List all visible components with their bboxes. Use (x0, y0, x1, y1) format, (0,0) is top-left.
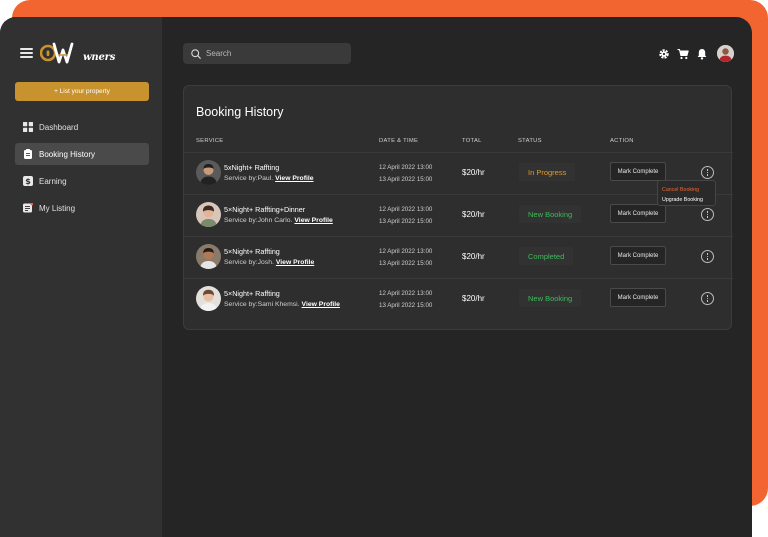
table-row: 5xNight+ Raffting Service by:Paul. View P… (184, 152, 733, 194)
avatar (196, 202, 221, 227)
row-options-menu: Cancel Booking Upgrade Booking (657, 180, 716, 206)
booking-history-card: Booking History SERVICE DATE & TIME TOTA… (183, 85, 733, 330)
sidebar-item-label: Earning (39, 176, 67, 186)
upgrade-booking-menu-item[interactable]: Upgrade Booking (662, 195, 711, 205)
status-badge: Completed (519, 247, 574, 265)
mark-complete-button[interactable]: Mark Complete (610, 162, 666, 181)
service-title: 5×Night+ Raffting+Dinner (224, 205, 306, 214)
table-row: 5×Night+ Raffting Service by:Josh. View P… (184, 236, 733, 278)
start-date: 12 April 2022 13:00 (379, 290, 433, 297)
sidebar-nav: Dashboard Booking History $ Earning My L… (15, 116, 149, 224)
avatar (196, 160, 221, 185)
logo-mark (39, 40, 82, 66)
gear-icon[interactable] (658, 48, 670, 60)
table-row: 5×Night+ Raffting+Dinner Service by:John… (184, 194, 733, 236)
search-input[interactable] (206, 49, 336, 58)
column-header-action: ACTION (610, 138, 634, 144)
service-provider-name: Service by:John Carlo. (224, 217, 293, 224)
service-provider: Service by:John Carlo. View Profile (224, 217, 333, 224)
column-header-total: TOTAL (462, 138, 482, 144)
sidebar-item-label: Booking History (39, 149, 96, 159)
status-badge: New Booking (519, 289, 582, 307)
mark-complete-button[interactable]: Mark Complete (610, 288, 666, 307)
service-provider-name: Service by:Josh. (224, 259, 274, 266)
grid-icon (23, 122, 33, 132)
status-badge: In Progress (519, 163, 576, 181)
sidebar-item-earning[interactable]: $ Earning (15, 170, 149, 192)
service-provider: Service by:Josh. View Profile (224, 259, 314, 266)
start-date: 12 April 2022 13:00 (379, 206, 433, 213)
page-title: Booking History (196, 105, 284, 119)
dollar-icon: $ (23, 176, 33, 186)
table-row: 5×Night+ Raffting Service by:Sami Khemsi… (184, 278, 733, 320)
list-icon (23, 203, 33, 213)
view-profile-link[interactable]: View Profile (275, 175, 313, 182)
user-avatar[interactable] (717, 45, 734, 62)
status-badge: New Booking (519, 205, 582, 223)
column-header-service: SERVICE (196, 138, 224, 144)
more-options-icon[interactable] (701, 250, 714, 263)
end-date: 13 April 2022 15:00 (379, 218, 433, 225)
column-header-date: DATE & TIME (379, 138, 419, 144)
service-title: 5×Night+ Raffting (224, 289, 280, 298)
clipboard-icon (23, 149, 33, 159)
search-bar (183, 43, 351, 64)
service-title: 5xNight+ Raffting (224, 163, 280, 172)
mark-complete-button[interactable]: Mark Complete (610, 204, 666, 223)
total-price: $20/hr (462, 210, 485, 219)
total-price: $20/hr (462, 252, 485, 261)
svg-text:$: $ (25, 177, 31, 186)
view-profile-link[interactable]: View Profile (276, 259, 314, 266)
sidebar: wners + List your property Dashboard Boo… (0, 17, 162, 537)
service-provider: Service by:Paul. View Profile (224, 175, 314, 182)
total-price: $20/hr (462, 168, 485, 177)
start-date: 12 April 2022 13:00 (379, 248, 433, 255)
list-property-button[interactable]: + List your property (15, 82, 149, 101)
service-provider-name: Service by:Paul. (224, 175, 274, 182)
service-provider: Service by:Sami Khemsi. View Profile (224, 301, 340, 308)
more-options-icon[interactable] (701, 166, 714, 179)
logo: wners (39, 40, 116, 66)
sidebar-item-booking-history[interactable]: Booking History (15, 143, 149, 165)
search-icon (191, 48, 201, 59)
mark-complete-button[interactable]: Mark Complete (610, 246, 666, 265)
cancel-booking-menu-item[interactable]: Cancel Booking (662, 185, 711, 195)
start-date: 12 April 2022 13:00 (379, 164, 433, 171)
end-date: 13 April 2022 15:00 (379, 260, 433, 267)
sidebar-item-dashboard[interactable]: Dashboard (15, 116, 149, 138)
sidebar-item-my-listing[interactable]: My Listing (15, 197, 149, 219)
view-profile-link[interactable]: View Profile (302, 301, 340, 308)
total-price: $20/hr (462, 294, 485, 303)
service-provider-name: Service by:Sami Khemsi. (224, 301, 300, 308)
view-profile-link[interactable]: View Profile (294, 217, 332, 224)
avatar (196, 286, 221, 311)
cart-icon[interactable] (677, 48, 689, 60)
menu-icon[interactable] (20, 48, 33, 58)
app-window: wners + List your property Dashboard Boo… (0, 17, 752, 537)
column-header-status: STATUS (518, 138, 542, 144)
avatar (196, 244, 221, 269)
topbar-actions (658, 45, 734, 62)
service-title: 5×Night+ Raffting (224, 247, 280, 256)
logo-text: wners (83, 51, 116, 63)
more-options-icon[interactable] (701, 208, 714, 221)
bell-icon[interactable] (696, 48, 708, 60)
end-date: 13 April 2022 15:00 (379, 176, 433, 183)
more-options-icon[interactable] (701, 292, 714, 305)
end-date: 13 April 2022 15:00 (379, 302, 433, 309)
sidebar-item-label: My Listing (39, 203, 76, 213)
sidebar-item-label: Dashboard (39, 122, 79, 132)
